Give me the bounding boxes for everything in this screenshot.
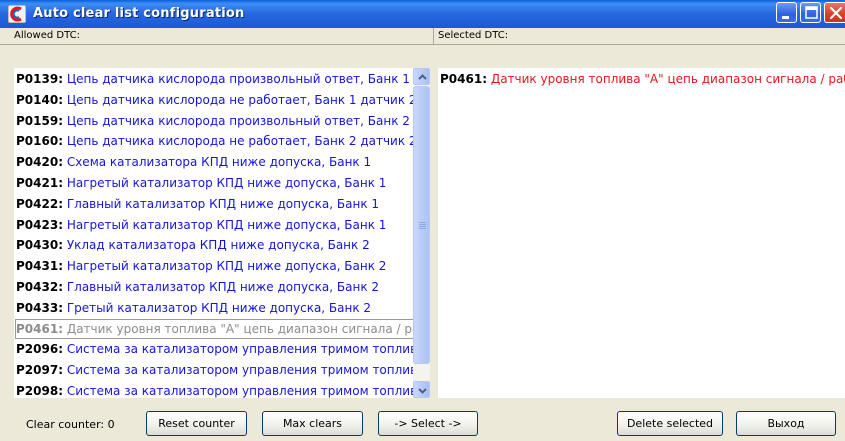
chevron-up-icon bbox=[418, 74, 427, 80]
list-item[interactable]: P0139: Цепь датчика кислорода произвольн… bbox=[16, 69, 410, 89]
clear-counter-label: Clear counter: 0 bbox=[26, 418, 115, 431]
minimize-icon bbox=[782, 16, 789, 19]
reset-counter-button[interactable]: Reset counter bbox=[146, 411, 247, 436]
app-icon bbox=[8, 5, 26, 23]
maximize-button[interactable] bbox=[800, 2, 821, 23]
list-item[interactable]: P0421: Нагретый катализатор КПД ниже доп… bbox=[16, 173, 386, 193]
selected-dtc-list[interactable]: P0461: Датчик уровня топлива "А" цепь ди… bbox=[438, 68, 845, 398]
list-item-disabled[interactable]: P0461: Датчик уровня топлива "А" цепь ди… bbox=[15, 318, 413, 339]
maximize-icon bbox=[805, 6, 818, 19]
scroll-down-button[interactable] bbox=[413, 381, 430, 398]
list-item[interactable]: P0422: Главный катализатор КПД ниже допу… bbox=[16, 194, 379, 214]
bottom-toolbar: Clear counter: 0 Reset counter Max clear… bbox=[0, 398, 845, 441]
minimize-button[interactable] bbox=[776, 2, 797, 23]
dtc-description: Нагретый катализатор КПД ниже допуска, Б… bbox=[66, 217, 387, 232]
dtc-description: Цепь датчика кислорода не работает, Банк… bbox=[66, 92, 413, 107]
dtc-code: P0431: bbox=[16, 259, 63, 274]
dtc-code: P0432: bbox=[16, 280, 63, 294]
list-item[interactable]: P2098: Система за катализатором управлен… bbox=[16, 381, 413, 398]
list-item[interactable]: P0433: Гретый катализатор КПД ниже допус… bbox=[16, 298, 371, 318]
max-clears-button[interactable]: Max clears bbox=[262, 411, 363, 436]
scroll-up-button[interactable] bbox=[413, 68, 430, 85]
list-item[interactable]: P0461: Датчик уровня топлива "А" цепь ди… bbox=[440, 69, 845, 89]
close-icon bbox=[829, 6, 843, 20]
dtc-code: P0433: bbox=[16, 300, 63, 315]
dtc-description: Датчик уровня топлива "А" цепь диапазон … bbox=[66, 321, 413, 336]
delete-selected-button[interactable]: Delete selected bbox=[617, 411, 723, 436]
allowed-dtc-list[interactable]: P0139: Цепь датчика кислорода произвольн… bbox=[14, 68, 413, 398]
list-item[interactable]: P0140: Цепь датчика кислорода не работае… bbox=[16, 90, 413, 110]
dtc-description: Датчик уровня топлива "А" цепь диапазон … bbox=[490, 72, 845, 86]
grip-line bbox=[419, 224, 426, 225]
dtc-code: P0420: bbox=[16, 155, 63, 170]
header-divider bbox=[433, 28, 434, 44]
list-item[interactable]: P2097: Система за катализатором управлен… bbox=[16, 360, 413, 380]
dtc-code: P0139: bbox=[16, 72, 63, 86]
list-item[interactable]: P2096: Система за катализатором управлен… bbox=[16, 339, 413, 359]
window-title: Auto clear list configuration bbox=[33, 6, 245, 21]
dtc-description: Цепь датчика кислорода не работает, Банк… bbox=[66, 134, 413, 149]
dtc-code: P0422: bbox=[16, 196, 63, 211]
selected-dtc-header: Selected DTC: bbox=[438, 30, 509, 41]
dtc-code: P2098: bbox=[16, 384, 63, 398]
dtc-description: Гретый катализатор КПД ниже допуска, Бан… bbox=[66, 300, 372, 315]
left-edge bbox=[0, 45, 14, 398]
dtc-description: Нагретый катализатор КПД ниже допуска, Б… bbox=[66, 259, 387, 274]
scroll-thumb[interactable] bbox=[413, 86, 430, 364]
dtc-code: P0461: bbox=[440, 72, 487, 86]
list-item[interactable]: P0430: Уклад катализатора КПД ниже допус… bbox=[16, 235, 370, 255]
dtc-code: P0421: bbox=[16, 176, 63, 190]
list-item[interactable]: P0420: Схема катализатора КПД ниже допус… bbox=[16, 152, 371, 172]
grip-line bbox=[419, 226, 426, 227]
dtc-code: P2097: bbox=[16, 363, 63, 378]
list-item[interactable]: P0159: Цепь датчика кислорода произвольн… bbox=[16, 111, 410, 131]
dtc-description: Нагретый катализатор КПД ниже допуска, Б… bbox=[66, 176, 387, 190]
dtc-code: P2096: bbox=[16, 342, 63, 357]
exit-button[interactable]: Выход bbox=[736, 411, 836, 436]
allowed-dtc-header: Allowed DTC: bbox=[14, 30, 80, 41]
list-item[interactable]: P0423: Нагретый катализатор КПД ниже доп… bbox=[16, 215, 386, 235]
list-item[interactable]: P0431: Нагретый катализатор КПД ниже доп… bbox=[16, 256, 386, 276]
chevron-down-icon bbox=[418, 388, 427, 394]
list-item[interactable]: P0160: Цепь датчика кислорода не работае… bbox=[16, 131, 413, 151]
dtc-code: P0461: bbox=[16, 321, 63, 336]
dtc-description: Схема катализатора КПД ниже допуска, Бан… bbox=[66, 155, 372, 170]
list-item[interactable]: P0432: Главный катализатор КПД ниже допу… bbox=[16, 277, 379, 297]
auto-clear-config-window: Auto clear list configuration Allowed DT… bbox=[0, 0, 845, 441]
dtc-description: Уклад катализатора КПД ниже допуска, Бан… bbox=[66, 238, 370, 253]
dtc-description: Цепь датчика кислорода произвольный отве… bbox=[66, 72, 410, 86]
dtc-description: Главный катализатор КПД ниже допуска, Ба… bbox=[66, 196, 380, 211]
grip-line bbox=[419, 228, 426, 229]
dtc-code: P0423: bbox=[16, 217, 63, 232]
dtc-description: Система за катализатором управления трим… bbox=[66, 342, 413, 357]
dtc-description: Цепь датчика кислорода произвольный отве… bbox=[66, 113, 410, 128]
dtc-description: Главный катализатор КПД ниже допуска, Ба… bbox=[66, 280, 380, 294]
dtc-description: Система за катализатором управления трим… bbox=[66, 384, 413, 398]
dtc-description: Система за катализатором управления трим… bbox=[66, 363, 413, 378]
select-button[interactable]: -> Select -> bbox=[378, 411, 478, 436]
dtc-code: P0160: bbox=[16, 134, 63, 149]
allowed-list-scrollbar[interactable] bbox=[413, 68, 430, 398]
dtc-code: P0430: bbox=[16, 238, 63, 253]
column-headers: Allowed DTC: Selected DTC: bbox=[0, 28, 845, 45]
grip-line bbox=[419, 222, 426, 223]
dtc-code: P0140: bbox=[16, 92, 63, 107]
close-button[interactable] bbox=[824, 2, 845, 23]
dtc-code: P0159: bbox=[16, 113, 63, 128]
